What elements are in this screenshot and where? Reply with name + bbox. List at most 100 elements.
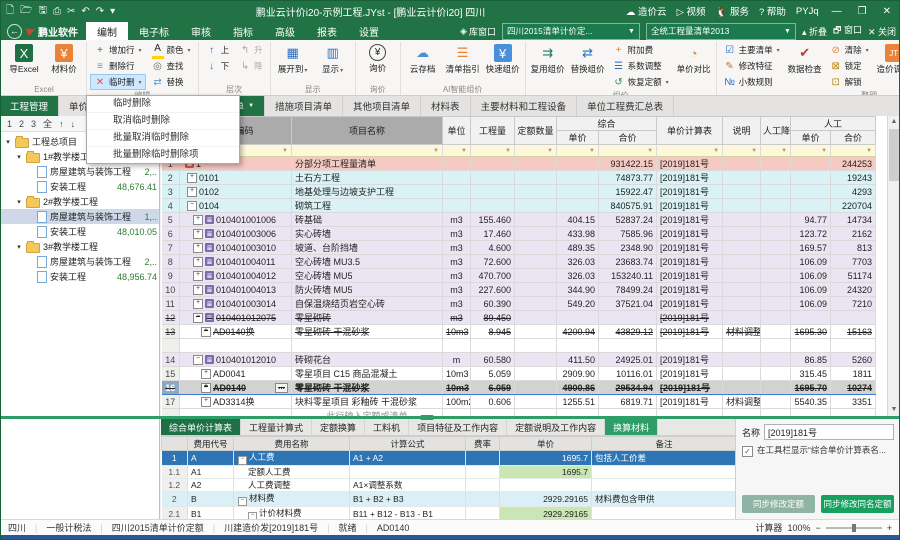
cell-note[interactable] xyxy=(723,311,761,325)
maximize-button[interactable]: ❐ xyxy=(855,6,870,17)
tree-item-安装工程[interactable]: 安装工程48,956.74 xyxy=(0,269,159,284)
cell-name[interactable]: 土石方工程 xyxy=(292,171,443,185)
cell-ltotal[interactable] xyxy=(831,409,876,417)
ribbon-button-增加行[interactable]: +增加行▾ xyxy=(90,42,146,58)
cell-total[interactable]: 15922.47 xyxy=(599,185,657,199)
column-header-综合-单价[interactable]: 单价 xyxy=(557,131,599,145)
table-row[interactable]: 7+≣010401003010坡道、台阶挡墙m34.600489.352348.… xyxy=(162,241,876,255)
fee-formula-cell[interactable]: A1×调整系数 xyxy=(350,479,466,492)
cell-deqty[interactable] xyxy=(515,185,557,199)
close-pane-button[interactable]: ✕ 关闭 xyxy=(868,25,896,38)
cell-deqty[interactable] xyxy=(515,171,557,185)
cell-unit[interactable] xyxy=(443,409,471,417)
fee-name-cell[interactable]: 定额人工费 xyxy=(234,466,350,479)
cell-lprice[interactable] xyxy=(791,311,831,325)
cell-qty[interactable]: 60.580 xyxy=(471,353,515,367)
cell-coef[interactable] xyxy=(761,241,791,255)
sync-modify-same-name-button[interactable]: 同步修改同名定额 xyxy=(821,495,894,513)
titlebar-item-3[interactable]: 🐧 服务 xyxy=(716,4,749,18)
ribbon-button-小数规则[interactable]: №小数规则 xyxy=(720,74,784,90)
cell-price[interactable]: 4900.86 xyxy=(557,381,599,395)
column-header-人工-合价[interactable]: 合价 xyxy=(831,131,876,145)
cell-deqty[interactable] xyxy=(515,199,557,213)
ribbon-button-材料价[interactable]: ¥材料价 xyxy=(45,42,83,75)
cell-price[interactable]: 326.03 xyxy=(557,255,599,269)
cell-calc[interactable]: [2019]181号 xyxy=(657,185,723,199)
fee-note-cell[interactable] xyxy=(592,507,736,520)
cell-note[interactable] xyxy=(723,241,761,255)
cell-total[interactable]: 2348.90 xyxy=(599,241,657,255)
fee-rate-cell[interactable] xyxy=(466,507,500,520)
cell-qty[interactable]: 89.450 xyxy=(471,311,515,325)
table-row[interactable]: 11+≣010401003014自保温烧结页岩空心砖m360.390549.20… xyxy=(162,297,876,311)
fee-code-cell[interactable]: A1 xyxy=(188,466,234,479)
ribbon-tab-编制[interactable]: 编制 xyxy=(86,22,128,40)
cell-price[interactable]: 344.90 xyxy=(557,283,599,297)
cell-lprice[interactable] xyxy=(791,199,831,213)
cell-calc[interactable]: [2019]181号 xyxy=(657,325,723,339)
ribbon-tab-报表[interactable]: 报表 xyxy=(306,22,348,40)
tree-toolbar-button-3[interactable]: 3 xyxy=(31,119,36,129)
ribbon-button-造价调整[interactable]: JT造价调整 xyxy=(875,42,900,75)
cell-qty[interactable] xyxy=(471,157,515,171)
cell-qty[interactable] xyxy=(471,185,515,199)
fee-formula-cell[interactable] xyxy=(350,466,466,479)
fee-note-cell[interactable]: 包括人工价差 xyxy=(592,451,736,466)
expander-icon[interactable]: + xyxy=(201,327,211,337)
filter-cell[interactable]: ▼ xyxy=(471,145,515,157)
cell-deqty[interactable] xyxy=(515,353,557,367)
library-window-button[interactable]: ◈库窗口 xyxy=(460,25,496,38)
view-tab-主要材料和工程设备[interactable]: 主要材料和工程设备 xyxy=(471,96,578,116)
cell-price[interactable]: 489.35 xyxy=(557,241,599,255)
cell-calc[interactable]: [2019]181号 xyxy=(657,311,723,325)
tree-item-安装工程[interactable]: 安装工程48,676.41 xyxy=(0,179,159,194)
cell-qty[interactable]: 5.059 xyxy=(471,367,515,381)
quota-library-select[interactable]: 四川2015清单计价定...▼ xyxy=(502,23,640,40)
cell-name[interactable]: 零星砌砖 干混砂浆 xyxy=(292,325,443,339)
show-name-checkbox[interactable]: ✓ xyxy=(742,446,753,457)
fee-note-cell[interactable] xyxy=(592,466,736,479)
cell-total[interactable]: 37521.04 xyxy=(599,297,657,311)
cell-lprice[interactable] xyxy=(791,409,831,417)
row-number-cell[interactable]: 3 xyxy=(162,185,180,199)
zoom-slider[interactable] xyxy=(826,527,882,529)
cell-qty[interactable]: 6.059 xyxy=(471,381,515,395)
cell-ltotal[interactable]: 220704 xyxy=(831,199,876,213)
row-number-cell[interactable]: 2 xyxy=(162,171,180,185)
detail-tab-项目特征及工作内容[interactable]: 项目特征及工作内容 xyxy=(409,419,507,435)
ribbon-button-颜色[interactable]: A颜色▾ xyxy=(148,42,195,58)
cell-price[interactable]: 433.98 xyxy=(557,227,599,241)
cell-total[interactable]: 74873.77 xyxy=(599,171,657,185)
cell-deqty[interactable] xyxy=(515,325,557,339)
tree-toolbar-button-↑[interactable]: ↑ xyxy=(59,119,64,129)
cell-code[interactable]: +≣010401001006 xyxy=(180,213,292,227)
filter-cell[interactable]: ▼ xyxy=(761,145,791,157)
cell-code[interactable]: +≣010401003010 xyxy=(180,241,292,255)
cell-deqty[interactable] xyxy=(515,157,557,171)
fee-rate-cell[interactable] xyxy=(466,479,500,492)
ribbon-button-系数调整[interactable]: ☰系数调整 xyxy=(609,58,673,74)
fee-name-cell[interactable]: 人工费调整 xyxy=(234,479,350,492)
expander-icon[interactable]: + xyxy=(193,215,203,225)
cell-coef[interactable] xyxy=(761,339,791,353)
cell-qty[interactable]: 72.600 xyxy=(471,255,515,269)
fee-row[interactable]: 1.2A2人工费调整A1×调整系数 xyxy=(162,479,736,492)
cell-ltotal[interactable]: 3351 xyxy=(831,395,876,409)
minimize-button[interactable]: — xyxy=(829,6,845,17)
ribbon-button-展开到[interactable]: ▦展开到▾ xyxy=(274,42,312,75)
cell-note[interactable] xyxy=(723,381,761,395)
cell-calc[interactable]: [2019]181号 xyxy=(657,171,723,185)
cell-name[interactable]: 地基处理与边坡支护工程 xyxy=(292,185,443,199)
ribbon-button-替换组价[interactable]: ⇄替换组价 xyxy=(569,42,607,75)
ribbon-tab-设置[interactable]: 设置 xyxy=(348,22,390,40)
row-number-cell[interactable]: 13 xyxy=(162,325,180,339)
expander-icon[interactable]: + xyxy=(187,187,197,197)
table-row[interactable]: 15+AD0041零星项目 C15 商品混凝土10m35.0592909.901… xyxy=(162,367,876,381)
cell-total[interactable]: 6819.71 xyxy=(599,395,657,409)
expander-icon[interactable]: + xyxy=(193,243,203,253)
row-number-cell[interactable]: 8 xyxy=(162,255,180,269)
table-row[interactable]: 4−0104砌筑工程840575.91[2019]181号220704 xyxy=(162,199,876,213)
view-tab-措施项目清单[interactable]: 措施项目清单 xyxy=(265,96,343,116)
cell-ltotal[interactable]: 19243 xyxy=(831,171,876,185)
ribbon-tab-指标[interactable]: 指标 xyxy=(222,22,264,40)
